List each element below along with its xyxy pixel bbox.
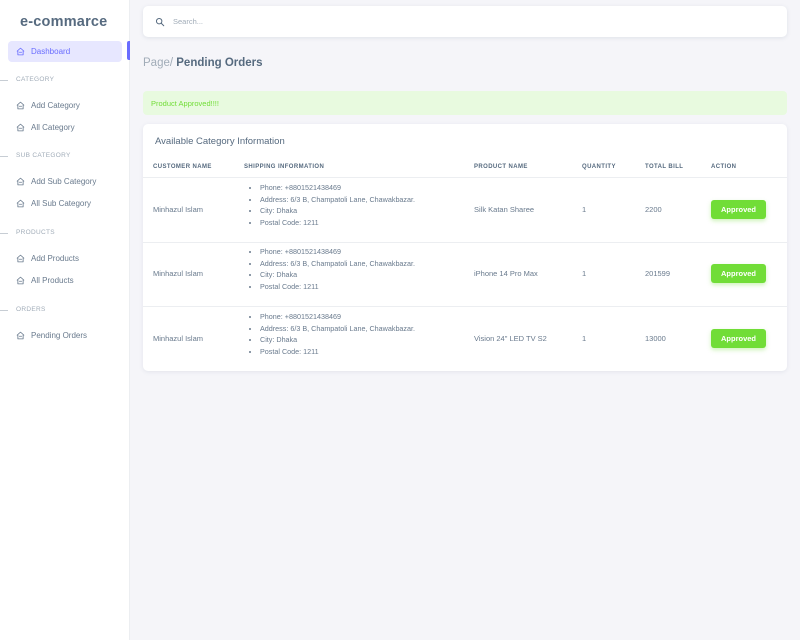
- app-logo[interactable]: e-commarce: [20, 14, 107, 30]
- shipping-city: City: Dhaka: [260, 205, 415, 217]
- quantity: 1: [582, 205, 587, 214]
- sidebar-item-all-sub-category[interactable]: All Sub Category: [8, 193, 122, 214]
- search-bar: [143, 6, 787, 37]
- quantity: 1: [582, 269, 587, 278]
- search-icon: [155, 17, 165, 26]
- success-alert: Product Approved!!!!: [143, 91, 787, 115]
- home-icon: [16, 101, 25, 110]
- sidebar-item-pending-orders[interactable]: Pending Orders: [8, 325, 122, 346]
- column-header-quantity: QUANTITY: [582, 164, 616, 170]
- total-bill: 2200: [645, 205, 662, 214]
- shipping-city: City: Dhaka: [260, 334, 415, 346]
- sidebar-item-all-category[interactable]: All Category: [8, 117, 122, 138]
- card-title: Available Category Information: [155, 136, 285, 147]
- column-header-total-bill: TOTAL BILL: [645, 164, 684, 170]
- column-header-shipping-information: SHIPPING INFORMATION: [244, 164, 325, 170]
- total-bill: 201599: [645, 269, 671, 278]
- customer-name: Minhazul Islam: [153, 269, 204, 278]
- home-icon: [16, 177, 25, 186]
- sidebar-item-label: All Products: [31, 276, 74, 285]
- column-header-action: ACTION: [711, 164, 737, 170]
- sidebar-item-label: Add Category: [31, 101, 80, 110]
- active-indicator: [127, 41, 130, 60]
- column-header-product-name: PRODUCT NAME: [474, 164, 528, 170]
- sidebar-item-label: Dashboard: [31, 47, 71, 56]
- shipping-info: Phone: +8801521438469 Address: 6/3 B, Ch…: [249, 311, 415, 357]
- customer-name: Minhazul Islam: [153, 205, 204, 214]
- shipping-postal-code: Postal Code: 1211: [260, 346, 415, 358]
- table-header: CUSTOMER NAME SHIPPING INFORMATION PRODU…: [143, 156, 787, 178]
- home-icon: [16, 254, 25, 263]
- sidebar-item-all-products[interactable]: All Products: [8, 270, 122, 291]
- approved-button[interactable]: Approved: [711, 264, 766, 283]
- sidebar-item-dashboard[interactable]: Dashboard: [8, 41, 122, 62]
- home-icon: [16, 47, 25, 56]
- quantity: 1: [582, 334, 587, 343]
- table-row: Minhazul Islam Phone: +8801521438469 Add…: [143, 178, 787, 243]
- shipping-address: Address: 6/3 B, Champatoli Lane, Chawakb…: [260, 323, 415, 335]
- table-row: Minhazul Islam Phone: +8801521438469 Add…: [143, 242, 787, 307]
- sidebar-section-products: PRODUCTS: [0, 229, 130, 239]
- product-name: Vision 24" LED TV S2: [474, 334, 547, 343]
- shipping-postal-code: Postal Code: 1211: [260, 281, 415, 293]
- breadcrumb-prefix: Page/: [143, 57, 174, 69]
- sidebar-item-label: Add Products: [31, 254, 80, 263]
- breadcrumb: Page/ Pending Orders: [143, 57, 263, 69]
- shipping-info: Phone: +8801521438469 Address: 6/3 B, Ch…: [249, 182, 415, 228]
- sidebar-section-sub-category: SUB CATEGORY: [0, 152, 130, 162]
- sidebar-item-label: All Sub Category: [31, 199, 92, 208]
- shipping-phone: Phone: +8801521438469: [260, 182, 415, 194]
- page-title: Pending Orders: [176, 57, 263, 69]
- search-input[interactable]: [173, 17, 733, 26]
- customer-name: Minhazul Islam: [153, 334, 204, 343]
- sidebar-section-category: CATEGORY: [0, 76, 130, 86]
- shipping-phone: Phone: +8801521438469: [260, 311, 415, 323]
- sidebar-item-add-category[interactable]: Add Category: [8, 95, 122, 116]
- table-row: Minhazul Islam Phone: +8801521438469 Add…: [143, 307, 787, 372]
- home-icon: [16, 123, 25, 132]
- sidebar: e-commarce Dashboard CATEGORY Add Catego…: [0, 0, 130, 640]
- sidebar-item-label: All Category: [31, 123, 75, 132]
- home-icon: [16, 199, 25, 208]
- shipping-city: City: Dhaka: [260, 269, 415, 281]
- orders-card: Available Category Information CUSTOMER …: [143, 124, 787, 371]
- shipping-phone: Phone: +8801521438469: [260, 246, 415, 258]
- home-icon: [16, 276, 25, 285]
- shipping-address: Address: 6/3 B, Champatoli Lane, Chawakb…: [260, 194, 415, 206]
- shipping-postal-code: Postal Code: 1211: [260, 217, 415, 229]
- approved-button[interactable]: Approved: [711, 200, 766, 219]
- shipping-info: Phone: +8801521438469 Address: 6/3 B, Ch…: [249, 246, 415, 292]
- product-name: Silk Katan Sharee: [474, 205, 535, 214]
- total-bill: 13000: [645, 334, 666, 343]
- sidebar-item-add-sub-category[interactable]: Add Sub Category: [8, 171, 122, 192]
- approved-button[interactable]: Approved: [711, 329, 766, 348]
- sidebar-item-label: Pending Orders: [31, 331, 88, 340]
- sidebar-item-add-products[interactable]: Add Products: [8, 248, 122, 269]
- product-name: iPhone 14 Pro Max: [474, 269, 538, 278]
- column-header-customer-name: CUSTOMER NAME: [153, 164, 212, 170]
- shipping-address: Address: 6/3 B, Champatoli Lane, Chawakb…: [260, 258, 415, 270]
- home-icon: [16, 331, 25, 340]
- sidebar-item-label: Add Sub Category: [31, 177, 97, 186]
- sidebar-section-orders: ORDERS: [0, 306, 130, 316]
